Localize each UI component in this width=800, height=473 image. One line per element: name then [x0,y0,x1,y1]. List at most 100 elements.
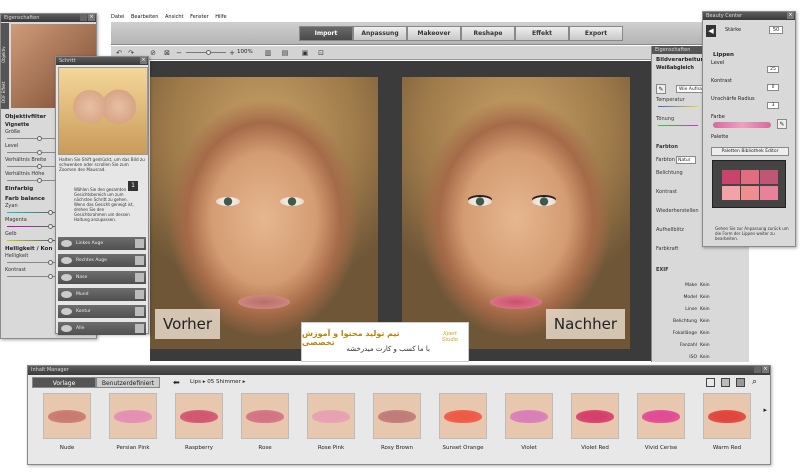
level-value[interactable]: 25 [767,66,779,73]
exif-key: Fanzahl [679,343,697,348]
palette-swatch[interactable] [760,186,778,200]
exif-key: Linse [685,307,697,312]
zoom-in-icon[interactable]: + [228,49,236,57]
main-tabs: Import Anpassung Makeover Reshape Effekt… [299,26,623,41]
kontur-button[interactable]: Kontur [58,305,146,318]
menu-datei[interactable]: Datei [111,14,124,20]
temperatur-slider[interactable] [658,106,698,107]
close-icon[interactable]: × [762,366,769,373]
eye-icon [61,240,72,247]
lip-template-item[interactable]: Rosy Brown [364,393,430,451]
lip-template-item[interactable]: Nude [34,393,100,451]
toenung-slider[interactable] [658,125,698,126]
grid-view-icon[interactable] [721,378,730,387]
exif-value: Kein [700,307,710,312]
mund-button[interactable]: Mund [58,288,146,301]
crumb-lips[interactable]: Lips [190,379,201,385]
exif-key: Make [685,283,697,288]
fullscreen-icon[interactable]: ⊡ [317,49,325,57]
lip-template-item[interactable]: Rose Pink [298,393,364,451]
staerke-value[interactable]: 50 [769,26,783,34]
lip-template-item[interactable]: Persian Pink [100,393,166,451]
step-marker-icon [135,290,144,299]
step-marker-icon [135,273,144,282]
lip-template-item[interactable]: Violet Red [562,393,628,451]
zoom-out-icon[interactable]: − [175,49,183,57]
mouth [238,295,290,309]
palette-swatch[interactable] [760,170,778,184]
minimize-icon[interactable] [754,366,761,373]
reset-icon[interactable]: ⊘ [149,49,157,57]
tab-anpassung[interactable]: Anpassung [353,26,407,41]
lip-template-item[interactable]: Vivid Cerise [628,393,694,451]
contour-icon [61,308,72,315]
tab-import[interactable]: Import [299,26,353,41]
exif-value: Kein [700,343,710,348]
farbe-swatch[interactable] [713,122,771,128]
palette-editor-button[interactable]: Paletten Bibliothek Editor [711,147,789,156]
palette-swatch[interactable] [722,186,740,200]
tab-effekt[interactable]: Effekt [515,26,569,41]
lip-thumbnail [175,393,223,439]
view-mode-icon[interactable] [706,378,715,387]
zoom-slider[interactable] [186,50,226,55]
split-view-icon[interactable]: ▥ [264,49,272,57]
rechtes-auge-button[interactable]: Rechtes Auge [58,254,146,267]
lip-swatch [708,409,746,423]
nase-button[interactable]: Nase [58,271,146,284]
kontrast-value[interactable]: 0 [767,84,779,91]
lip-template-item[interactable]: Violet [496,393,562,451]
back-arrow-icon[interactable]: ◀ [706,25,716,37]
eyedropper-icon[interactable]: ✎ [656,84,666,94]
tab-benutzerdefiniert[interactable]: Benutzerdefiniert [96,377,160,388]
ad-banner: تیم تولید محتوا و آموزش تخصصی با ما کسب … [301,322,469,362]
ad-logo: Xpert Studio [442,331,458,343]
unschaerfe-value[interactable]: 3 [767,102,779,109]
guide-step-icon: 1 [128,181,138,191]
preview-icon[interactable]: ▣ [301,49,309,57]
tab-makeover[interactable]: Makeover [407,26,461,41]
farbton-select[interactable]: Natur [676,156,696,164]
lippen-heading: Lippen [713,52,734,58]
menu-fenster[interactable]: Fenster [190,14,209,20]
aufhellblitz-label: Aufhellblitz [656,227,684,233]
tab-export[interactable]: Export [569,26,623,41]
lip-template-item[interactable]: Warm Red [694,393,760,451]
lip-thumbnail [571,393,619,439]
tab-reshape[interactable]: Reshape [461,26,515,41]
menu-hilfe[interactable]: Hilfe [215,14,226,20]
guide-photo [58,67,148,155]
palette-swatch[interactable] [722,170,740,184]
compare-view-icon[interactable]: ▤ [281,49,289,57]
lip-template-item[interactable]: Sunset Orange [430,393,496,451]
pipette-icon[interactable]: ✎ [777,119,787,129]
lip-template-item[interactable]: Raspberry [166,393,232,451]
search-icon[interactable]: ⌕ [752,377,757,387]
minimize-icon[interactable] [80,14,87,21]
lip-template-item[interactable]: Rose [232,393,298,451]
back-arrow-icon[interactable]: ⬅ [173,378,183,387]
lip-template-name: Rosy Brown [380,445,414,451]
breadcrumb: Lips ▸ 05 Shimmer ▸ [190,379,246,385]
close-icon[interactable]: × [140,57,147,64]
lip-template-name: Nude [59,445,75,451]
fit-icon[interactable]: ⊠ [163,49,171,57]
linkes-auge-button[interactable]: Linkes Auge [58,237,146,250]
mund-label: Mund [76,292,89,297]
tab-vorlage[interactable]: Vorlage [32,377,96,388]
menu-bearbeiten[interactable]: Bearbeiten [131,14,158,20]
right-eye [280,197,304,206]
close-icon[interactable]: × [787,12,794,19]
canvas-area[interactable]: Vorher Nachher [150,61,651,361]
side-tab-objektiv[interactable]: Objektiv [1,23,6,63]
palette-swatch[interactable] [741,170,759,184]
palette-swatch[interactable] [741,186,759,200]
scroll-right-icon[interactable]: ▸ [763,406,767,414]
close-icon[interactable]: × [88,14,95,21]
side-tab-dof[interactable]: DOF Effekt [1,63,6,103]
list-view-icon[interactable] [736,378,745,387]
alle-button[interactable]: Alle [58,322,146,335]
left-eye [468,197,492,206]
menu-ansicht[interactable]: Ansicht [165,14,183,20]
crumb-shimmer[interactable]: 05 Shimmer [207,379,241,385]
